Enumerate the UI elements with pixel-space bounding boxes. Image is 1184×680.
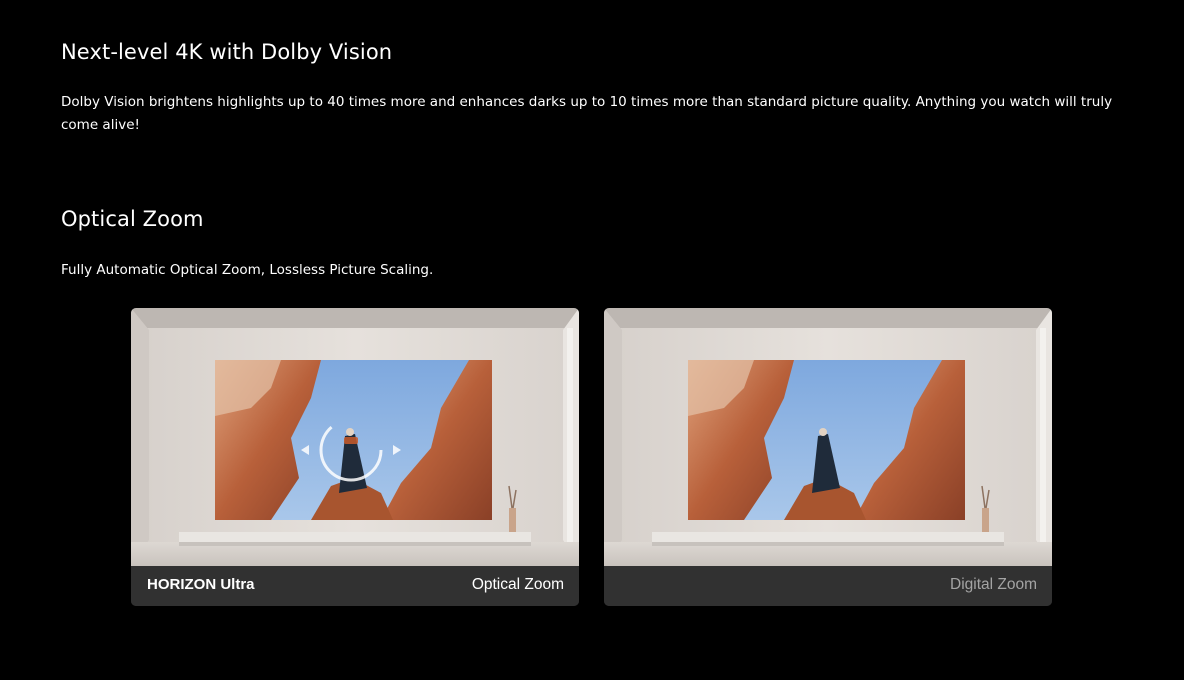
dolby-vision-heading: Next-level 4K with Dolby Vision xyxy=(61,40,393,64)
caption-bar: HORIZON Ultra Optical Zoom xyxy=(131,566,579,606)
optical-zoom-description: Fully Automatic Optical Zoom, Lossless P… xyxy=(61,262,434,278)
digital-zoom-label: Digital Zoom xyxy=(950,576,1037,593)
digital-zoom-comparison-card: Digital Zoom xyxy=(604,308,1052,606)
canyon-projection-image xyxy=(688,360,965,520)
dolby-vision-description: Dolby Vision brightens highlights up to … xyxy=(61,94,1113,133)
optical-zoom-heading: Optical Zoom xyxy=(61,207,204,231)
caption-bar: Digital Zoom xyxy=(604,566,1052,606)
product-name-label: HORIZON Ultra xyxy=(147,576,255,593)
optical-zoom-label: Optical Zoom xyxy=(471,576,564,593)
room-scene-image xyxy=(131,308,579,566)
optical-zoom-comparison-card: HORIZON Ultra Optical Zoom xyxy=(131,308,579,606)
room-scene-image xyxy=(604,308,1052,566)
page: Next-level 4K with Dolby Vision Dolby Vi… xyxy=(0,0,1184,680)
